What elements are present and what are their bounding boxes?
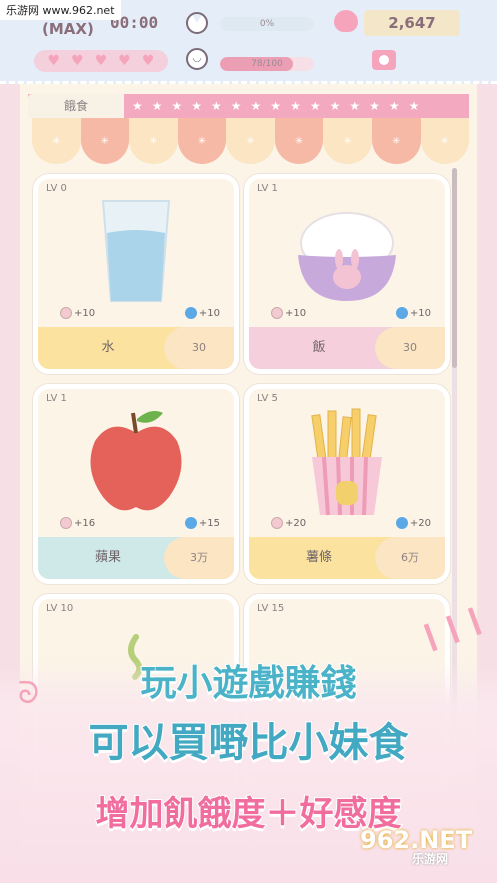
awning-scallop: ✳ bbox=[129, 118, 178, 164]
favor-bar: 78/100 bbox=[220, 57, 314, 71]
heart-icon: ♥ bbox=[71, 53, 84, 69]
water-glass-icon bbox=[101, 200, 171, 302]
item-name: 薯條 bbox=[305, 550, 332, 565]
piggy-bank-icon[interactable] bbox=[334, 10, 358, 32]
awning-scallop: ✳ bbox=[226, 118, 275, 164]
favor-gain: +10 bbox=[74, 308, 96, 319]
card-stats: +20 +20 bbox=[271, 517, 431, 529]
tab-stars-decoration: ★★★★★★★★★★★★★★★ bbox=[132, 99, 429, 113]
hunger-gain: +10 bbox=[409, 308, 431, 319]
awning-scallop: ✳ bbox=[420, 118, 470, 164]
french-fries-icon bbox=[311, 408, 382, 516]
hunger-gain: +15 bbox=[198, 518, 220, 529]
awning-scallop: ✳ bbox=[177, 118, 227, 164]
awning-scallop: ✳ bbox=[80, 118, 130, 164]
hunger-icon bbox=[184, 517, 197, 529]
heart-icon: ♥ bbox=[94, 53, 108, 69]
heart-icon: ♥ bbox=[47, 53, 61, 69]
card-level: LV 0 bbox=[46, 183, 67, 194]
card-footer: 飯 30 bbox=[249, 327, 445, 369]
card-footer: 薯條 6万 bbox=[249, 537, 445, 579]
promo-line-1: 玩小遊戲賺錢 bbox=[139, 662, 357, 705]
favor-gain: +10 bbox=[285, 308, 307, 319]
food-card-water[interactable]: LV 0 +10 +10 水 30 bbox=[33, 174, 239, 374]
hunger-bar: 0% bbox=[220, 17, 314, 31]
food-card-fries[interactable]: LV 5 +20 +20 薯條 6万 bbox=[244, 384, 450, 584]
heart-icon: ♥ bbox=[118, 53, 131, 69]
food-card-rice[interactable]: LV 1 +10 +10 飯 30 bbox=[244, 174, 450, 374]
card-footer: 水 30 bbox=[38, 327, 234, 369]
watermark-bottom: 962.NET 乐游网 bbox=[360, 826, 486, 870]
card-level: LV 1 bbox=[257, 183, 278, 194]
card-level: LV 1 bbox=[46, 393, 67, 404]
hunger-icon bbox=[186, 12, 208, 34]
max-label: (MAX) bbox=[42, 20, 94, 38]
watermark-site: 乐游网 bbox=[412, 852, 449, 866]
favor-bar-text: 78/100 bbox=[251, 59, 283, 69]
rice-bowl-icon bbox=[298, 212, 396, 301]
item-price[interactable]: 3万 bbox=[164, 537, 234, 579]
hunger-bar-text: 0% bbox=[259, 19, 275, 29]
item-name: 蘋果 bbox=[94, 550, 121, 565]
item-price[interactable]: 6万 bbox=[375, 537, 445, 579]
favor-icon bbox=[60, 517, 72, 529]
favor-gain: +20 bbox=[285, 518, 307, 529]
card-footer: 蘋果 3万 bbox=[38, 537, 234, 579]
scrollbar-thumb[interactable] bbox=[452, 168, 457, 368]
item-name: 水 bbox=[101, 340, 115, 355]
card-stats: +10 +10 bbox=[271, 307, 431, 319]
hunger-icon bbox=[395, 517, 408, 529]
hunger-icon bbox=[184, 307, 197, 319]
awning: ✳ ✳ ✳ ✳ ✳ ✳ ✳ ✳ ✳ bbox=[32, 118, 470, 166]
heart-icon: ♥ bbox=[141, 53, 155, 69]
awning-scallop: ✳ bbox=[371, 118, 421, 164]
item-name: 飯 bbox=[312, 340, 326, 355]
favor-gain: +16 bbox=[74, 518, 96, 529]
hunger-icon bbox=[395, 307, 408, 319]
tab-bar: 餓食 ★★★★★★★★★★★★★★★ bbox=[28, 94, 469, 118]
card-stats: +16 +15 bbox=[60, 517, 220, 529]
money-counter: 2,647 bbox=[364, 10, 460, 36]
hunger-gain: +10 bbox=[198, 308, 220, 319]
food-card-apple[interactable]: LV 1 +16 +15 蘋果 3万 bbox=[33, 384, 239, 584]
favor-icon: ◡ bbox=[186, 48, 208, 70]
awning-scallop: ✳ bbox=[274, 118, 324, 164]
apple-icon bbox=[90, 411, 182, 511]
favor-icon bbox=[271, 307, 283, 319]
favor-icon bbox=[271, 517, 283, 529]
camera-icon[interactable] bbox=[372, 50, 396, 70]
card-level: LV 5 bbox=[257, 393, 278, 404]
item-price[interactable]: 30 bbox=[375, 327, 445, 369]
card-stats: +10 +10 bbox=[60, 307, 220, 319]
item-price[interactable]: 30 bbox=[164, 327, 234, 369]
awning-scallop: ✳ bbox=[32, 118, 81, 164]
promo-line-2: 可以買嘢比小妹食 bbox=[88, 719, 410, 767]
hearts-row: ♥ ♥ ♥ ♥ ♥ bbox=[34, 50, 168, 72]
favor-icon bbox=[60, 307, 72, 319]
watermark-top: 乐游网 www.962.net bbox=[0, 0, 121, 20]
tab-food[interactable]: 餓食 bbox=[28, 94, 124, 118]
hunger-gain: +20 bbox=[409, 518, 431, 529]
awning-scallop: ✳ bbox=[323, 118, 372, 164]
